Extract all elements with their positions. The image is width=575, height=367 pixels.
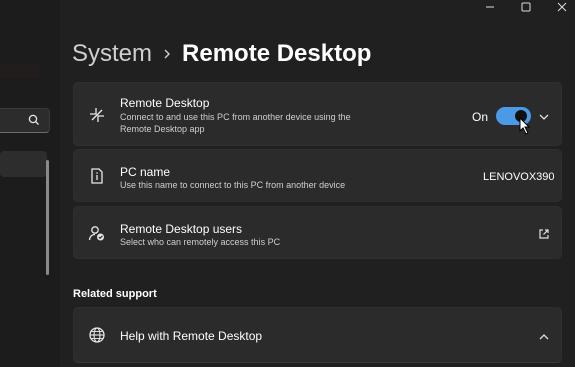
search-input[interactable] <box>0 108 50 133</box>
pc-name-value: LENOVOX390 <box>483 171 555 183</box>
search-icon[interactable] <box>28 113 40 125</box>
toggle-state-label: On <box>472 110 489 124</box>
remote-desktop-description-line1: Connect to and use this PC from another … <box>120 112 351 122</box>
remote-desktop-users-description: Select who can remotely access this PC <box>120 237 281 247</box>
remote-desktop-card: Remote Desktop Connect to and use this P… <box>73 82 562 146</box>
help-remote-desktop-title: Help with Remote Desktop <box>120 329 263 343</box>
remote-desktop-icon <box>88 106 106 124</box>
open-external-icon[interactable] <box>538 227 550 239</box>
close-icon <box>557 2 567 12</box>
pc-name-card: PC name Use this name to connect to this… <box>73 149 562 202</box>
breadcrumb: System Remote Desktop <box>72 38 371 70</box>
sidebar-profile-blur <box>0 64 40 78</box>
help-remote-desktop-card[interactable]: Help with Remote Desktop <box>73 307 562 363</box>
pc-name-title: PC name <box>120 165 171 179</box>
sidebar-item-system[interactable] <box>0 151 47 177</box>
remote-desktop-title: Remote Desktop <box>120 96 210 110</box>
user-check-icon <box>88 224 106 242</box>
page-title: Remote Desktop <box>182 40 372 67</box>
chevron-right-icon <box>152 48 182 60</box>
chevron-up-icon[interactable] <box>538 330 550 342</box>
related-support-heading: Related support <box>73 288 157 300</box>
minimize-icon <box>486 6 494 8</box>
sidebar-scrollbar[interactable] <box>46 160 49 275</box>
mouse-cursor-icon <box>519 116 531 135</box>
sidebar <box>0 0 60 367</box>
close-button[interactable] <box>545 0 575 14</box>
breadcrumb-system-link[interactable]: System <box>72 40 152 68</box>
maximize-button[interactable] <box>509 0 543 14</box>
remote-desktop-description-line2: Remote Desktop app <box>120 124 205 134</box>
remote-desktop-users-title: Remote Desktop users <box>120 222 243 236</box>
chevron-down-icon[interactable] <box>538 110 550 122</box>
maximize-icon <box>521 2 531 12</box>
minimize-button[interactable] <box>473 0 507 14</box>
globe-icon <box>88 326 106 344</box>
device-info-icon <box>88 167 106 185</box>
remote-desktop-users-card[interactable]: Remote Desktop users Select who can remo… <box>73 206 562 259</box>
pc-name-description: Use this name to connect to this PC from… <box>120 180 346 190</box>
